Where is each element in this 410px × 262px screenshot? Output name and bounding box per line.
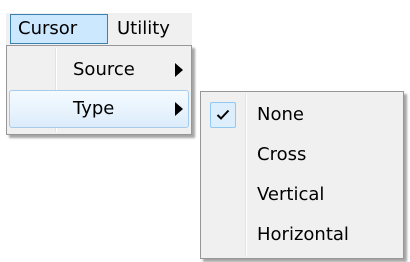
- menu-item-none-label: None: [257, 104, 304, 125]
- menu-item-source[interactable]: Source: [9, 51, 189, 89]
- menu-item-cross[interactable]: Cross: [203, 135, 401, 175]
- menu-item-source-label: Source: [73, 59, 135, 80]
- menu-item-vertical-label: Vertical: [257, 184, 325, 205]
- menu-item-type[interactable]: Type: [9, 90, 189, 128]
- menu-item-horizontal[interactable]: Horizontal: [203, 215, 401, 255]
- cursor-menu-dropdown: Source Type: [6, 45, 192, 135]
- app-window: Cursor Utility Source Type None Cross Ve…: [0, 0, 410, 262]
- checkmark-icon: [210, 102, 236, 128]
- menu-item-none[interactable]: None: [203, 95, 401, 135]
- menu-bar: Cursor Utility: [6, 13, 192, 45]
- menu-item-cross-label: Cross: [257, 144, 307, 165]
- submenu-arrow-icon: [175, 102, 183, 116]
- menu-item-horizontal-label: Horizontal: [257, 224, 349, 245]
- menu-item-vertical[interactable]: Vertical: [203, 175, 401, 215]
- type-submenu: None Cross Vertical Horizontal: [200, 91, 404, 259]
- submenu-arrow-icon: [175, 63, 183, 77]
- menu-utility[interactable]: Utility: [117, 14, 189, 44]
- menu-item-type-label: Type: [73, 98, 115, 119]
- menu-cursor[interactable]: Cursor: [10, 14, 108, 44]
